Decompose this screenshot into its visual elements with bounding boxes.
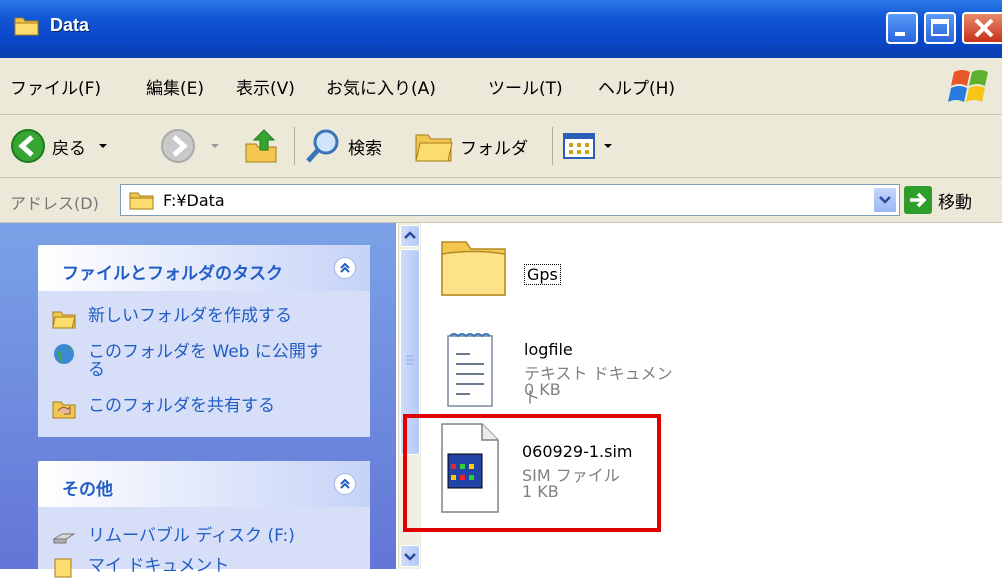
chevron-up-icon xyxy=(404,231,416,239)
other-places-title: その他 xyxy=(62,480,113,500)
highlight-box xyxy=(403,414,661,532)
forward-button[interactable] xyxy=(160,123,222,169)
folders-icon xyxy=(415,134,453,162)
file-tasks-header[interactable]: ファイルとフォルダのタスク xyxy=(38,245,370,291)
file-tasks-panel: ファイルとフォルダのタスク 新しいフォルダを作成する このフォルダを Web に… xyxy=(38,245,370,437)
file-item-logfile[interactable]: logfile テキスト ドキュメント 0 KB xyxy=(440,330,680,410)
chevron-down-icon xyxy=(879,196,891,204)
place-label: マイ ドキュメント xyxy=(88,556,230,576)
windows-logo-icon xyxy=(948,70,988,102)
forward-arrow-icon xyxy=(161,129,195,163)
maximize-button[interactable] xyxy=(924,12,956,44)
place-removable-disk[interactable]: リムーバブル ディスク (F:) xyxy=(52,527,338,549)
go-label: 移動 xyxy=(938,192,972,213)
scroll-up-button[interactable] xyxy=(400,225,420,247)
chevron-down-icon[interactable] xyxy=(96,141,110,151)
minimize-button[interactable] xyxy=(886,12,918,44)
menu-bar: ファイル(F) 編集(E) 表示(V) お気に入り(A) ツール(T) ヘルプ(… xyxy=(0,58,1002,115)
file-tasks-title: ファイルとフォルダのタスク xyxy=(62,264,283,284)
menu-edit[interactable]: 編集(E) xyxy=(146,74,204,99)
search-icon xyxy=(306,129,339,163)
back-arrow-icon xyxy=(11,129,45,163)
collapse-button[interactable] xyxy=(334,257,356,279)
title-bar[interactable]: Data xyxy=(0,0,1002,58)
address-label: アドレス(D) xyxy=(10,194,99,213)
folder-icon xyxy=(14,17,39,36)
menu-view[interactable]: 表示(V) xyxy=(236,74,295,99)
close-icon xyxy=(974,18,994,38)
file-item-folder[interactable]: Gps xyxy=(438,232,658,308)
folder-icon xyxy=(129,192,154,210)
views-button[interactable] xyxy=(562,123,614,169)
scroll-down-button[interactable] xyxy=(400,545,420,567)
task-new-folder[interactable]: 新しいフォルダを作成する xyxy=(52,307,338,329)
chevron-down-icon[interactable] xyxy=(602,141,614,151)
removable-disk-icon xyxy=(52,533,76,544)
folders-label: フォルダ xyxy=(460,138,528,159)
menu-favorites[interactable]: お気に入り(A) xyxy=(326,74,436,99)
task-pane: ファイルとフォルダのタスク 新しいフォルダを作成する このフォルダを Web に… xyxy=(0,223,396,578)
search-label: 検索 xyxy=(348,138,382,159)
chevron-down-icon xyxy=(404,553,416,561)
back-label: 戻る xyxy=(52,138,86,159)
address-value: F:¥Data xyxy=(163,191,225,210)
text-document-icon xyxy=(447,333,493,407)
task-share-folder[interactable]: このフォルダを共有する xyxy=(52,397,338,419)
folder-icon xyxy=(441,241,506,296)
menu-file[interactable]: ファイル(F) xyxy=(10,74,101,99)
task-label: このフォルダを共有する xyxy=(88,396,275,416)
collapse-button[interactable] xyxy=(334,473,356,495)
publish-web-icon xyxy=(54,344,74,364)
task-label: 新しいフォルダを作成する xyxy=(88,306,292,326)
file-name: Gps xyxy=(524,264,561,285)
up-folder-icon xyxy=(245,129,277,163)
file-name: logfile xyxy=(524,340,573,359)
minimize-icon xyxy=(895,32,905,36)
folders-button[interactable]: フォルダ xyxy=(414,123,528,169)
task-publish-web[interactable]: このフォルダを Web に公開する xyxy=(52,343,338,379)
back-button[interactable]: 戻る xyxy=(10,123,110,169)
my-documents-icon xyxy=(54,558,72,578)
menu-help[interactable]: ヘルプ(H) xyxy=(598,74,675,99)
address-input[interactable]: F:¥Data xyxy=(120,184,900,216)
views-icon xyxy=(563,133,595,159)
chevron-up-icon xyxy=(340,478,350,489)
share-folder-icon xyxy=(52,401,76,419)
menu-tools[interactable]: ツール(T) xyxy=(488,74,563,99)
place-label: リムーバブル ディスク (F:) xyxy=(88,526,295,546)
place-my-documents[interactable]: マイ ドキュメント xyxy=(52,557,338,579)
up-folder-button[interactable] xyxy=(242,123,282,169)
window-title: Data xyxy=(50,15,90,35)
search-button[interactable]: 検索 xyxy=(304,123,382,169)
new-folder-icon xyxy=(52,311,76,329)
address-bar: アドレス(D) F:¥Data 移動 xyxy=(0,178,1002,223)
toolbar: 戻る 検索 フォルダ xyxy=(0,115,1002,178)
go-button[interactable]: 移動 xyxy=(904,184,972,216)
toolbar-separator xyxy=(552,127,553,165)
chevron-up-icon xyxy=(340,262,350,273)
other-places-header[interactable]: その他 xyxy=(38,461,370,507)
task-label: このフォルダを Web に公開する xyxy=(88,342,323,380)
address-dropdown-button[interactable] xyxy=(873,187,897,213)
close-button[interactable] xyxy=(962,12,1002,44)
go-arrow-icon xyxy=(904,186,932,214)
toolbar-separator xyxy=(294,127,295,165)
maximize-icon xyxy=(931,19,949,36)
chevron-down-icon[interactable] xyxy=(208,141,222,151)
file-size: 0 KB xyxy=(524,380,561,399)
other-places-panel: その他 リムーバブル ディスク (F:) マイ ドキュメント xyxy=(38,461,370,578)
